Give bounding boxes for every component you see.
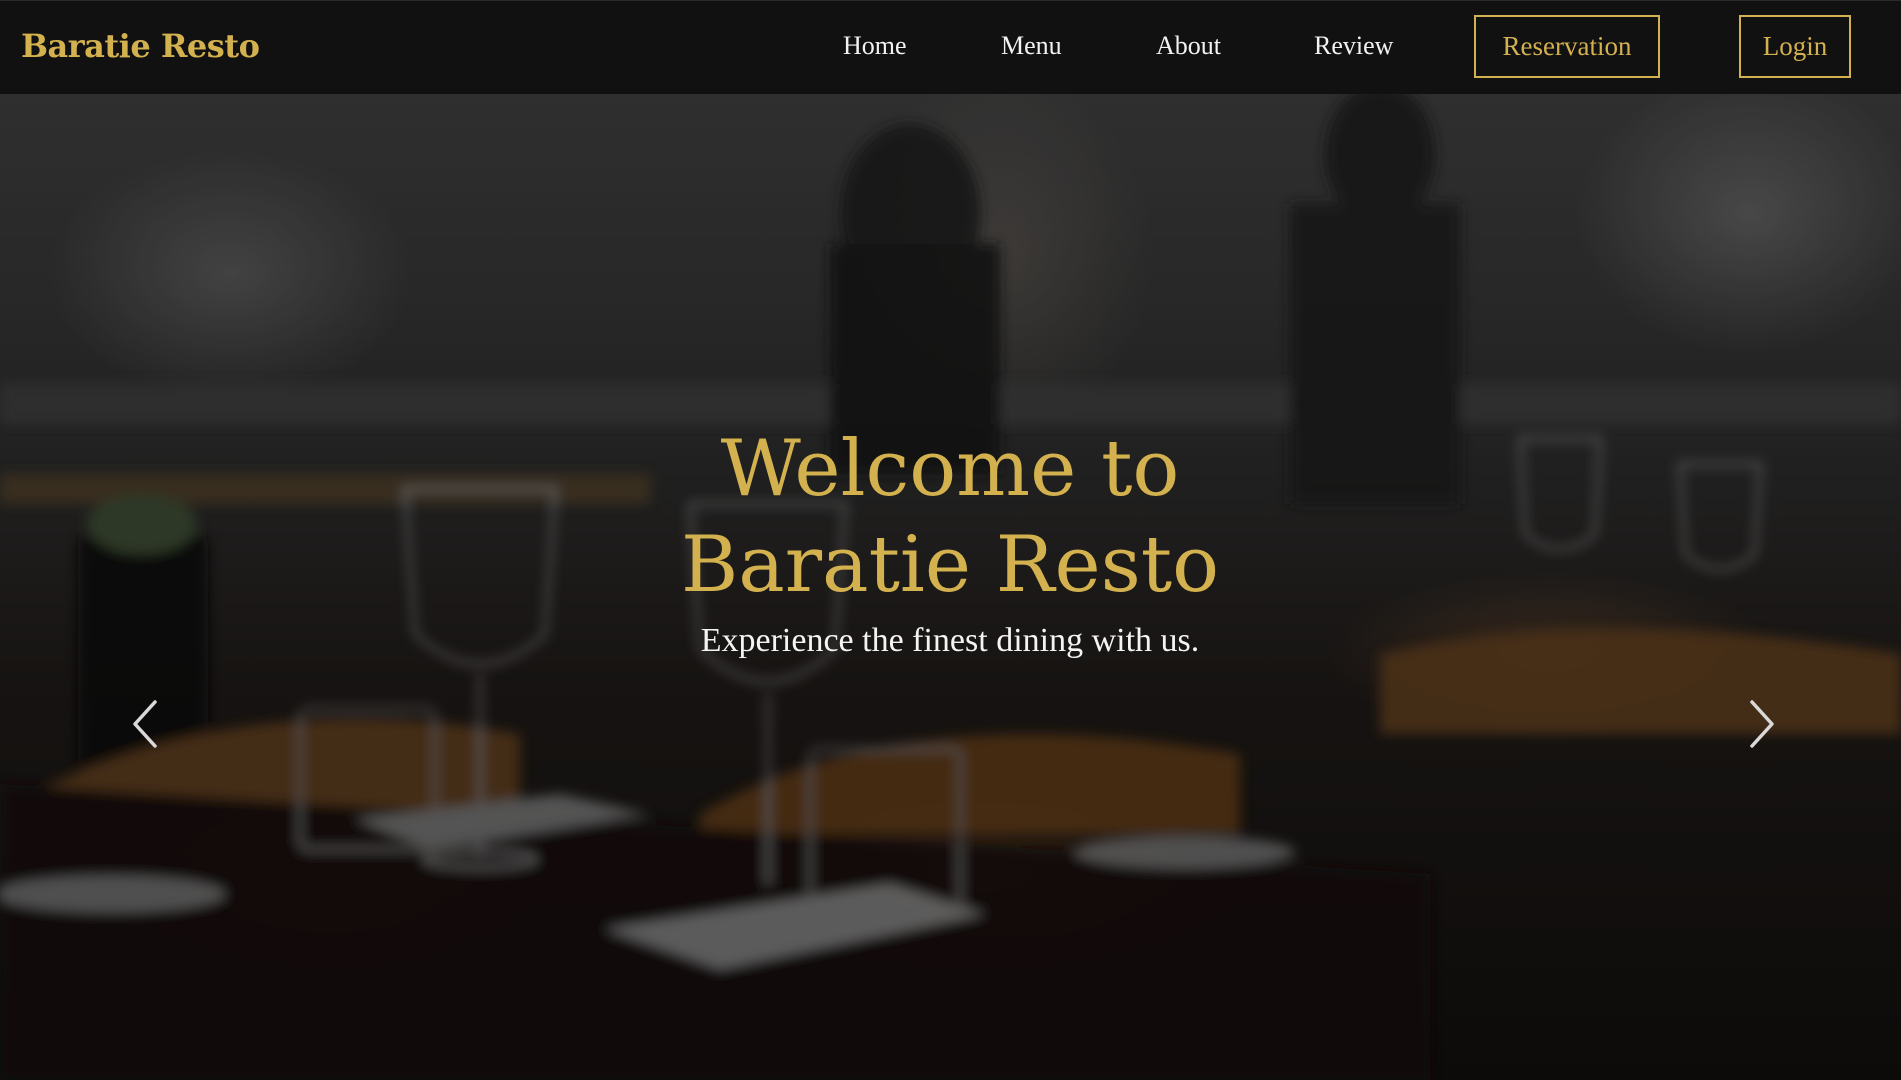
- nav-link-about[interactable]: About: [1156, 31, 1221, 61]
- nav-link-review[interactable]: Review: [1314, 31, 1393, 61]
- login-button[interactable]: Login: [1739, 15, 1851, 78]
- hero-title-line-2: Baratie Resto: [680, 520, 1220, 610]
- hero-banner: Welcome to Baratie Resto Experience the …: [0, 94, 1901, 1080]
- chevron-right-icon[interactable]: [1740, 694, 1780, 754]
- nav-link-home[interactable]: Home: [843, 31, 907, 61]
- reservation-button[interactable]: Reservation: [1474, 15, 1660, 78]
- brand-logo[interactable]: Baratie Resto: [21, 27, 260, 65]
- hero-content: Welcome to Baratie Resto Experience the …: [0, 94, 1901, 1080]
- chevron-left-icon[interactable]: [127, 694, 167, 754]
- navbar: Baratie Resto Home Menu About Review Res…: [0, 0, 1901, 94]
- nav-link-menu[interactable]: Menu: [1001, 31, 1062, 61]
- hero-subtitle: Experience the finest dining with us.: [700, 622, 1200, 659]
- hero-title-line-1: Welcome to: [720, 424, 1180, 514]
